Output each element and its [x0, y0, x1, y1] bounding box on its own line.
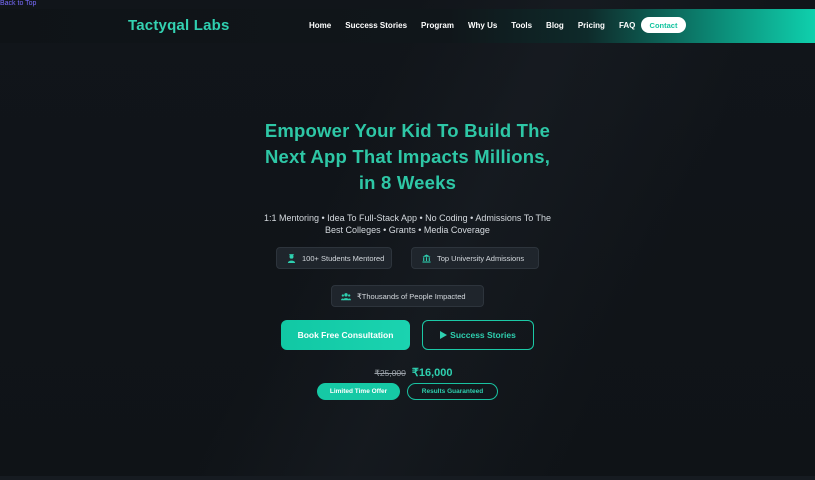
- success-stories-button[interactable]: Success Stories: [422, 320, 534, 350]
- new-price: ₹16,000: [411, 367, 453, 379]
- old-price: ₹25,000: [374, 368, 406, 378]
- stat-label: ₹Thousands of People Impacted: [357, 291, 466, 301]
- stat-label: Top University Admissions: [437, 253, 525, 263]
- section-divider: [0, 476, 815, 480]
- site-header: Tactyqal Labs Home Success Stories Progr…: [0, 9, 815, 43]
- stat-students-mentored: 100+ Students Mentored: [276, 247, 392, 269]
- stat-people-impacted: ₹Thousands of People Impacted: [331, 285, 484, 307]
- main-nav: Home Success Stories Program Why Us Tool…: [309, 21, 649, 30]
- landing-page: Back to Top Tactyqal Labs Home Success S…: [0, 0, 815, 480]
- back-to-top-link[interactable]: Back to Top: [0, 0, 36, 8]
- hero-title: Empower Your Kid To Build The Next App T…: [0, 118, 815, 196]
- users-icon: [341, 291, 351, 301]
- hero-subtitle-line-2: Best Colleges • Grants • Media Coverage: [325, 224, 490, 235]
- nav-item-tools[interactable]: Tools: [511, 21, 532, 30]
- hero-title-line-3: in 8 Weeks: [358, 172, 457, 193]
- nav-item-why-us[interactable]: Why Us: [468, 21, 497, 30]
- university-icon: [421, 253, 431, 263]
- nav-item-program[interactable]: Program: [421, 21, 454, 30]
- play-icon: [440, 331, 448, 339]
- stat-university-admissions: Top University Admissions: [411, 247, 539, 269]
- nav-item-success-stories[interactable]: Success Stories: [345, 21, 407, 30]
- success-stories-button-label: Success Stories: [450, 330, 516, 340]
- graduate-icon: [286, 253, 296, 263]
- brand-name-part2: Labs: [193, 17, 230, 34]
- book-consultation-button[interactable]: Book Free Consultation: [281, 320, 410, 350]
- nav-item-blog[interactable]: Blog: [546, 21, 564, 30]
- nav-item-pricing[interactable]: Pricing: [578, 21, 605, 30]
- hero-title-line-1: Empower Your Kid To Build The: [264, 120, 551, 141]
- hero-title-line-2: Next App That Impacts Millions,: [264, 146, 551, 167]
- price-row: ₹25,000 ₹16,000: [0, 366, 815, 379]
- nav-item-faq[interactable]: FAQ: [619, 21, 635, 30]
- hero-subtitle-line-1: 1:1 Mentoring • Idea To Full-Stack App •…: [263, 213, 552, 223]
- stat-label: 100+ Students Mentored: [302, 253, 385, 263]
- contact-button[interactable]: Contact: [641, 17, 686, 33]
- results-guaranteed-badge[interactable]: Results Guaranteed: [407, 383, 498, 400]
- brand-logo[interactable]: Tactyqal Labs: [128, 17, 230, 34]
- nav-item-home[interactable]: Home: [309, 21, 331, 30]
- brand-name-part1: Tactyqal: [128, 17, 190, 34]
- hero-subtitle: 1:1 Mentoring • Idea To Full-Stack App •…: [0, 213, 815, 236]
- limited-offer-badge[interactable]: Limited Time Offer: [317, 383, 400, 400]
